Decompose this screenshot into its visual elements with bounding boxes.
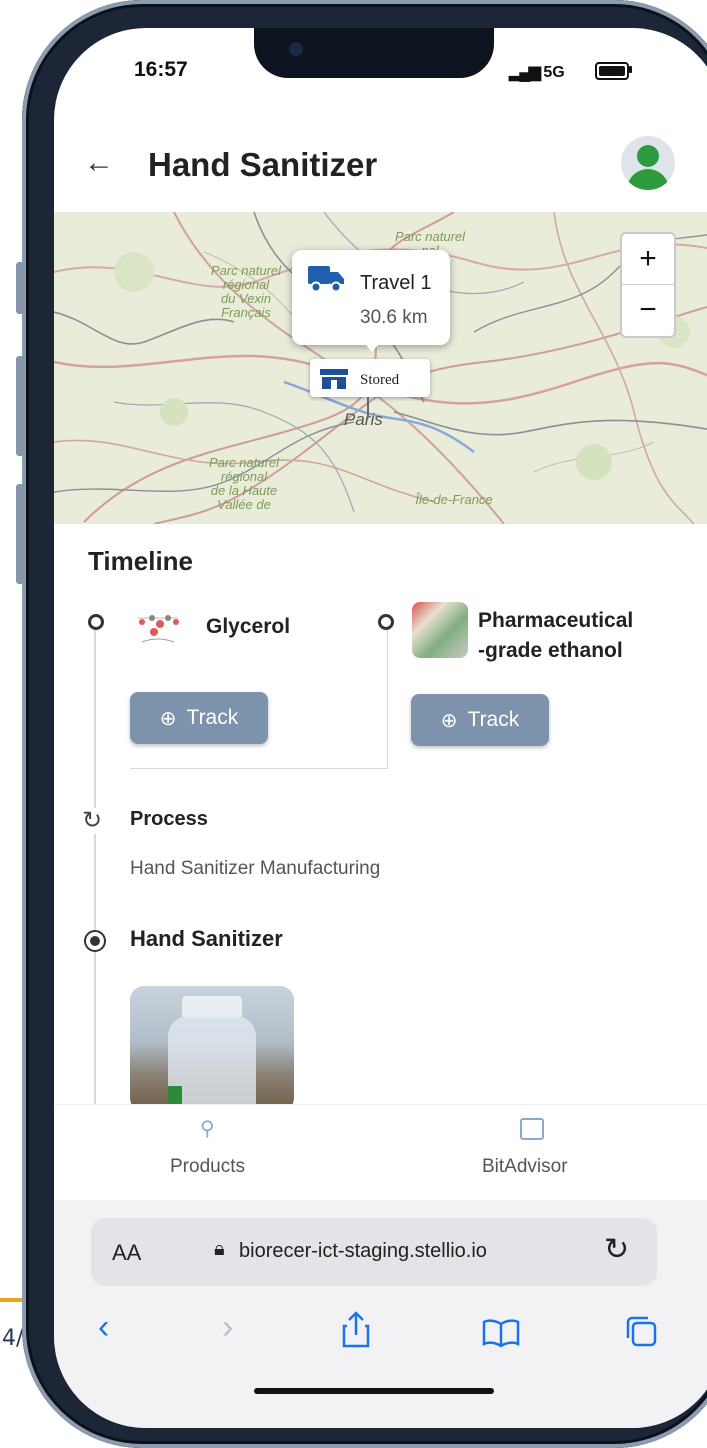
route-map[interactable]: Parc naturel régional du Vexin Français … [54,212,707,524]
process-description: Hand Sanitizer Manufacturing [130,858,381,879]
network-type: 5G [543,64,565,81]
zoom-control: + − [620,232,676,338]
output-node-icon [84,930,106,952]
branch-bottom-line [130,768,388,769]
process-cycle-icon: ↻ [82,807,103,834]
text-size-button[interactable]: AA [112,1240,141,1266]
mute-switch [16,262,24,314]
store-icon [320,369,348,389]
process-label: Process [130,808,208,830]
zoom-out-button[interactable]: − [622,285,674,335]
battery-icon [595,62,629,80]
bottom-nav [54,1104,707,1201]
ethanol-node [378,614,394,630]
avatar-body [627,169,669,190]
timeline-heading: Timeline [88,546,194,576]
back-arrow-icon[interactable]: ← [84,146,114,180]
browser-back-icon[interactable]: ‹ [98,1308,109,1347]
track-ethanol-label: Track [467,708,520,731]
map-label-idf: Île-de-France [415,492,493,507]
browser-forward-icon[interactable]: › [222,1308,233,1347]
url-text[interactable]: biorecer-ict-staging.stellio.io [239,1240,487,1263]
output-label: Hand Sanitizer [130,926,283,951]
popup-travel-distance: 30.6 km [360,307,428,328]
volume-down-button [16,484,24,584]
hand-sanitizer-photo [130,986,294,1112]
user-avatar[interactable] [621,136,675,190]
tabs-icon[interactable] [624,1314,658,1348]
front-camera [289,42,303,56]
signal-bars-icon: ▂▄▆ [509,64,541,81]
track-glycerol-label: Track [186,706,239,729]
battery-nub [629,66,632,73]
page-title: Hand Sanitizer [148,146,378,183]
popup-travel-name: Travel 1 [360,272,432,294]
crosshair-icon: ⊕ [440,709,458,732]
lock-icon: 🔒︎ [214,1238,225,1260]
map-label-vexin: Parc naturel régional du Vexin Français [210,263,282,320]
glycerol-node [88,614,104,630]
nav-products[interactable]: Products [170,1156,245,1178]
nav-bitadvisor[interactable]: BitAdvisor [482,1156,568,1178]
popup-pointer [360,338,384,352]
zoom-in-button[interactable]: + [622,234,674,284]
glycerol-name: Glycerol [206,615,291,638]
timeline-main-line [94,628,96,1104]
reload-icon[interactable]: ↻ [604,1232,629,1267]
search-icon: ⚲ [200,1118,215,1140]
truck-icon [308,266,344,293]
track-ethanol-button[interactable]: ⊕ Track [411,694,549,746]
map-label-haute-vallee: Parc naturel régional de la Haute Vallée… [208,455,280,512]
crosshair-icon: ⊕ [159,707,177,730]
home-indicator [254,1388,494,1394]
bitadvisor-icon [520,1118,544,1140]
ethanol-thumbnail [412,602,468,658]
avatar-head [637,145,659,167]
branch-right-line [387,624,388,769]
bookmarks-icon[interactable] [482,1318,520,1348]
status-time: 16:57 [134,58,188,81]
share-icon[interactable] [341,1310,371,1350]
signal-indicator: ▂▄▆ 5G [509,62,565,82]
phone-screen: 16:57 ▂▄▆ 5G ← Hand Sanitizer Parc natur… [54,28,707,1428]
stored-marker-label: Stored [360,372,400,388]
page-number: 4/ [2,1326,24,1351]
stored-marker-stem [367,397,369,417]
glycerol-thumbnail [132,600,184,652]
volume-up-button [16,356,24,456]
ethanol-name: Pharmaceutical -grade ethanol [478,609,634,662]
map-label-paris: Paris [344,410,383,429]
track-glycerol-button[interactable]: ⊕ Track [130,692,268,744]
